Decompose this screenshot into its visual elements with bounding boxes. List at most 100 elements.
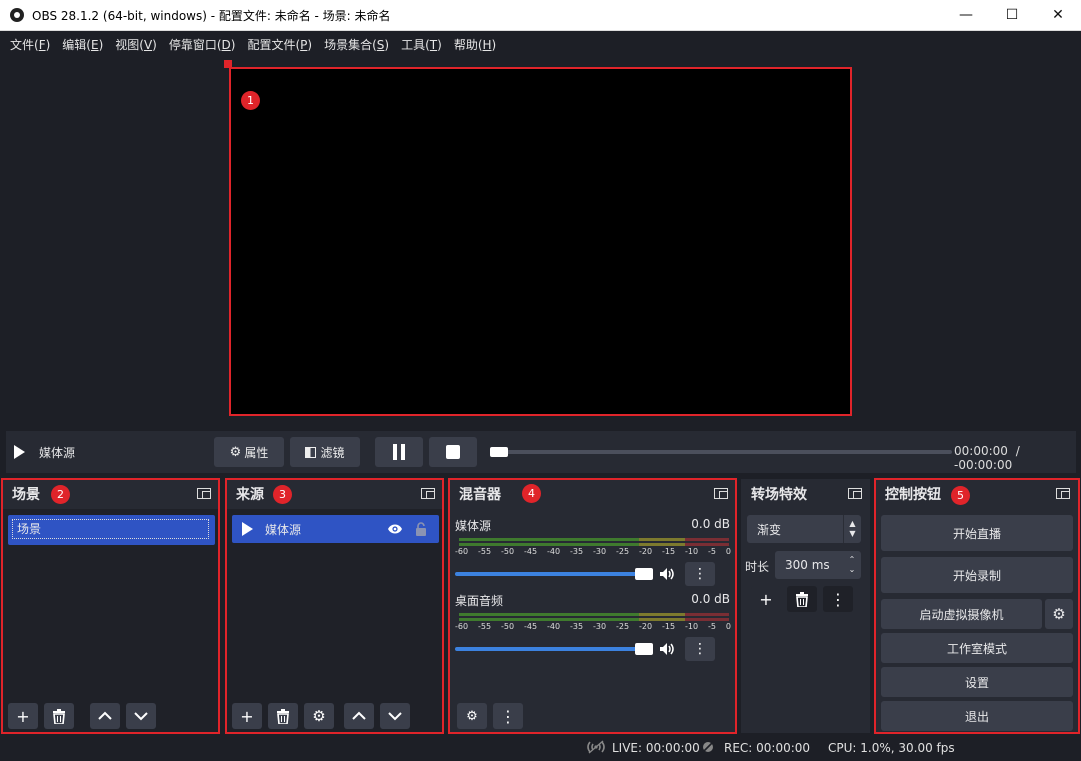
resize-handle[interactable]	[224, 60, 232, 68]
badge-5: 5	[951, 486, 970, 505]
volume-slider[interactable]	[455, 568, 653, 580]
badge-2: 2	[51, 485, 70, 504]
add-icon[interactable]: +	[8, 703, 38, 729]
minimize-button[interactable]: —	[943, 0, 989, 31]
scene-name[interactable]: 场景	[12, 519, 209, 539]
undock-icon[interactable]	[421, 488, 435, 499]
list-item[interactable]: 场景	[8, 515, 215, 545]
spinner-arrows-icon[interactable]: ⌃ ⌄	[843, 551, 861, 579]
transitions-body: 渐变 ▲ ▼ 时长 300 ms ⌃ ⌄ + ⋮	[741, 509, 870, 733]
chevron-down-icon[interactable]	[380, 703, 410, 729]
start-virtual-camera-button[interactable]: 启动虚拟摄像机	[881, 599, 1042, 629]
menu-help[interactable]: 帮助(H)	[448, 36, 502, 53]
close-button[interactable]: ✕	[1035, 0, 1081, 31]
pause-icon	[393, 444, 397, 460]
trash-icon[interactable]	[44, 703, 74, 729]
preview-canvas[interactable]	[230, 68, 851, 415]
seek-knob[interactable]	[490, 447, 508, 457]
start-recording-button[interactable]: 开始录制	[881, 557, 1073, 593]
play-icon[interactable]	[14, 445, 25, 459]
live-status: LIVE: 00:00:00	[612, 741, 700, 755]
play-icon	[242, 522, 253, 536]
more-options-icon[interactable]: ⋮	[493, 703, 523, 729]
scale-tick: -15	[662, 622, 676, 631]
more-options-icon[interactable]: ⋮	[685, 637, 715, 661]
trash-icon[interactable]	[787, 586, 817, 612]
rec-status: REC: 00:00:00	[724, 741, 811, 755]
scenes-header: 场景	[2, 479, 219, 509]
scale-tick: -30	[593, 547, 607, 556]
badge-4: 4	[522, 484, 541, 503]
chevron-updown-icon[interactable]: ▲ ▼	[843, 515, 861, 543]
streaming-status-icon	[586, 740, 606, 754]
mixer-title: 混音器	[459, 487, 501, 503]
menu-profile[interactable]: 配置文件(P)	[241, 36, 318, 53]
undock-icon[interactable]	[848, 488, 862, 499]
undock-icon[interactable]	[197, 488, 211, 499]
channel-db: 0.0 dB	[691, 592, 730, 606]
scale-tick: -55	[478, 622, 492, 631]
scale-tick: -50	[501, 547, 515, 556]
scale-tick: -20	[639, 622, 653, 631]
chevron-up-icon[interactable]	[90, 703, 120, 729]
list-item[interactable]: 媒体源	[232, 515, 439, 543]
scale-tick: -30	[593, 622, 607, 631]
more-options-icon[interactable]: ⋮	[823, 586, 853, 612]
undock-icon[interactable]	[1056, 488, 1070, 499]
recording-status-icon	[702, 741, 714, 753]
filters-button[interactable]: 滤镜	[290, 437, 360, 467]
eye-icon[interactable]	[387, 523, 403, 535]
title-bar: OBS 28.1.2 (64-bit, windows) - 配置文件: 未命名…	[0, 0, 1081, 31]
duration-spinbox[interactable]: 300 ms ⌃ ⌄	[775, 551, 861, 579]
transition-select[interactable]: 渐变 ▲ ▼	[747, 515, 861, 543]
scale-tick: -10	[685, 622, 699, 631]
virtual-camera-gear-icon[interactable]: ⚙	[1045, 599, 1073, 629]
add-icon[interactable]: +	[751, 586, 781, 612]
volume-knob[interactable]	[635, 568, 653, 580]
scenes-toolbar: +	[8, 703, 162, 729]
badge-1: 1	[241, 91, 260, 110]
scale-tick: -20	[639, 547, 653, 556]
properties-button[interactable]: ⚙ 属性	[214, 437, 284, 467]
settings-button[interactable]: 设置	[881, 667, 1073, 697]
volume-slider[interactable]	[455, 643, 653, 655]
window-title: OBS 28.1.2 (64-bit, windows) - 配置文件: 未命名…	[32, 8, 391, 23]
add-icon[interactable]: +	[232, 703, 262, 729]
scenes-list: 场景 +	[2, 509, 219, 733]
scale-tick: -50	[501, 622, 515, 631]
undock-icon[interactable]	[714, 488, 728, 499]
stop-button[interactable]	[429, 437, 477, 467]
volume-knob[interactable]	[635, 643, 653, 655]
speaker-icon[interactable]	[659, 567, 675, 581]
speaker-icon[interactable]	[659, 642, 675, 656]
studio-mode-button[interactable]: 工作室模式	[881, 633, 1073, 663]
menu-scene-collection[interactable]: 场景集合(S)	[318, 36, 395, 53]
duration-value[interactable]: 300 ms	[785, 558, 830, 572]
menu-edit[interactable]: 编辑(E)	[56, 36, 109, 53]
menu-file[interactable]: 文件(F)	[4, 36, 56, 53]
menu-tools[interactable]: 工具(T)	[395, 36, 448, 53]
properties-label: 属性	[244, 445, 269, 460]
menu-docks[interactable]: 停靠窗口(D)	[163, 36, 242, 53]
status-bar: LIVE: 00:00:00 REC: 00:00:00 CPU: 1.0%, …	[0, 736, 1081, 761]
pause-button[interactable]	[375, 437, 423, 467]
more-options-icon[interactable]: ⋮	[685, 562, 715, 586]
exit-button[interactable]: 退出	[881, 701, 1073, 731]
trash-icon[interactable]	[268, 703, 298, 729]
lock-icon[interactable]	[415, 522, 427, 536]
meter-scale: -60 -55 -50 -45 -40 -35 -30 -25 -20 -15 -10 -5 0	[455, 547, 731, 556]
media-controls: 媒体源 ⚙ 属性 滤镜 00:00:00 / -00:00:00	[6, 431, 1076, 473]
chevron-down-icon[interactable]	[126, 703, 156, 729]
gear-icon[interactable]: ⚙	[304, 703, 334, 729]
start-streaming-button[interactable]: 开始直播	[881, 515, 1073, 551]
sources-dock: 来源 媒体源 + ⚙	[226, 479, 443, 733]
scale-tick: -45	[524, 622, 538, 631]
menu-view[interactable]: 视图(V)	[109, 36, 163, 53]
stop-icon	[446, 445, 460, 459]
maximize-button[interactable]: ☐	[989, 0, 1035, 31]
scale-tick: -55	[478, 547, 492, 556]
sources-title: 来源	[236, 487, 264, 503]
advanced-audio-gear-icon[interactable]: ⚙	[457, 703, 487, 729]
seek-slider[interactable]	[490, 447, 952, 457]
chevron-up-icon[interactable]	[344, 703, 374, 729]
